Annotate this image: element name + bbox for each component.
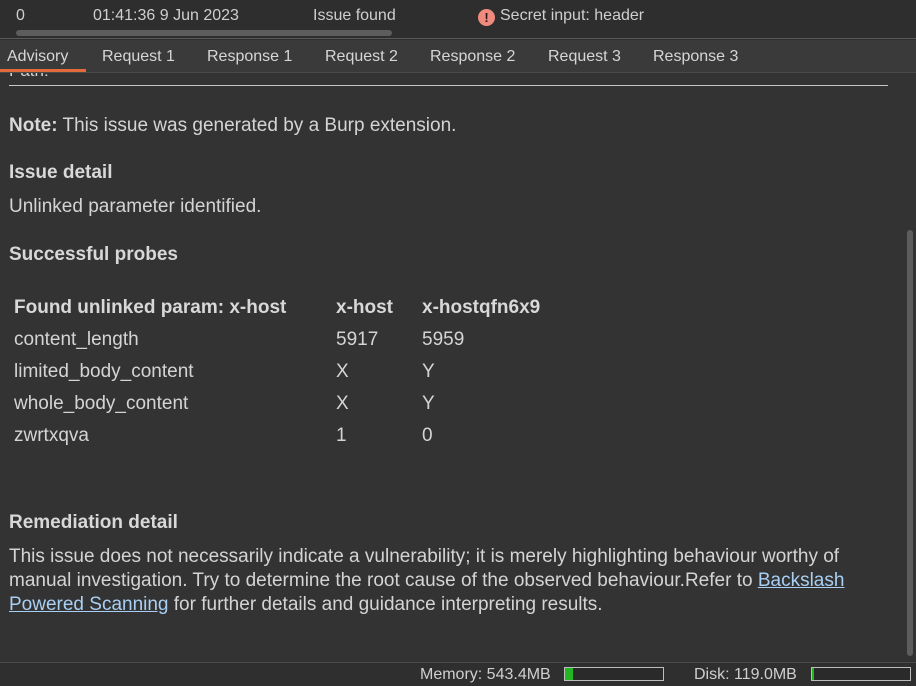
table-cell: X: [336, 361, 349, 382]
note-label: Note:: [9, 115, 58, 136]
successful-probes-heading: Successful probes: [9, 244, 178, 265]
issue-table-row[interactable]: 0 01:41:36 9 Jun 2023 Issue found ! Secre…: [0, 0, 916, 40]
table-cell: limited_body_content: [14, 361, 194, 382]
horizontal-scrollbar[interactable]: [16, 30, 392, 36]
divider: [0, 38, 916, 39]
remediation-text-before: This issue does not necessarily indicate…: [9, 546, 840, 591]
table-header: Found unlinked param: x-host: [14, 297, 287, 318]
table-cell: Y: [422, 361, 435, 382]
horizontal-rule: [9, 85, 888, 86]
advisory-panel: Path: Note: This issue was generated by …: [0, 73, 904, 661]
row-index: 0: [16, 7, 25, 24]
row-action: Issue found: [313, 7, 396, 24]
disk-label: Disk: 119.0MB: [694, 666, 797, 683]
warning-circle-icon: !: [478, 9, 495, 26]
tab-response-3[interactable]: Response 3: [653, 48, 738, 66]
status-bar: Memory: 543.4MB Disk: 119.0MB: [0, 662, 916, 686]
table-header: x-host: [336, 297, 393, 318]
note-text: This issue was generated by a Burp exten…: [57, 115, 457, 136]
table-cell: zwrtxqva: [14, 425, 89, 446]
disk-meter: [811, 667, 911, 681]
note-paragraph: Note: This issue was generated by a Burp…: [9, 115, 456, 137]
row-issue: ! Secret input: header: [478, 7, 644, 26]
disk-meter-fill: [812, 668, 814, 680]
tab-request-3[interactable]: Request 3: [548, 48, 621, 66]
table-cell: Y: [422, 393, 435, 414]
memory-meter: [564, 667, 664, 681]
tab-request-1[interactable]: Request 1: [102, 48, 175, 66]
memory-label: Memory: 543.4MB: [420, 666, 551, 683]
tab-advisory[interactable]: Advisory: [7, 48, 68, 66]
table-cell: X: [336, 393, 349, 414]
remediation-detail-text: This issue does not necessarily indicate…: [9, 545, 889, 617]
table-cell: content_length: [14, 329, 139, 350]
tab-response-2[interactable]: Response 2: [430, 48, 515, 66]
tab-request-2[interactable]: Request 2: [325, 48, 398, 66]
table-cell: whole_body_content: [14, 393, 189, 414]
row-issue-name: Secret input: header: [500, 7, 645, 24]
memory-meter-fill: [565, 668, 573, 680]
issue-detail-text: Unlinked parameter identified.: [9, 196, 262, 217]
remediation-detail-heading: Remediation detail: [9, 512, 178, 533]
remediation-text-after: for further details and guidance interpr…: [168, 594, 603, 615]
path-label: Path:: [9, 73, 49, 81]
issue-detail-heading: Issue detail: [9, 162, 113, 183]
row-time: 01:41:36 9 Jun 2023: [93, 7, 239, 24]
vertical-scrollbar-thumb[interactable]: [907, 230, 913, 656]
table-cell: 1: [336, 425, 347, 446]
message-tab-bar: Advisory Request 1 Response 1 Request 2 …: [0, 40, 916, 72]
table-cell: 5959: [422, 329, 465, 350]
table-cell: 0: [422, 425, 433, 446]
table-cell: 5917: [336, 329, 379, 350]
previous-row-partial: [0, 0, 916, 5]
burp-issue-advisory-window: 0 01:41:36 9 Jun 2023 Issue found ! Secre…: [0, 0, 916, 686]
table-header: x-hostqfn6x9: [422, 297, 541, 318]
tab-response-1[interactable]: Response 1: [207, 48, 292, 66]
